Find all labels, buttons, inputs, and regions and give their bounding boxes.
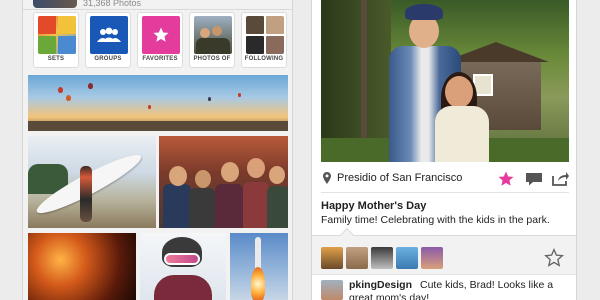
favoriter-avatar[interactable] — [321, 247, 343, 269]
photos-of-thumbnail — [194, 16, 232, 54]
favorite-star-icon[interactable] — [497, 170, 515, 188]
following-label: FOLLOWING — [244, 56, 284, 62]
photos-of-shortcut[interactable]: PHOTOS OF — [189, 12, 235, 68]
location-pin-icon — [323, 172, 331, 184]
comment-text: Cute kids, Brad! Looks like a — [420, 279, 554, 291]
location-name: Presidio of San Francisco — [337, 172, 463, 184]
photos-of-label: PHOTOS OF — [193, 56, 231, 62]
photo-rocket[interactable] — [230, 233, 288, 300]
photo-description: Family time! Celebrating with the kids i… — [321, 214, 550, 226]
share-icon[interactable] — [551, 171, 569, 186]
location-row[interactable]: Presidio of San Francisco — [321, 168, 569, 190]
photo-group[interactable] — [159, 136, 288, 228]
photo-balloons[interactable] — [28, 75, 288, 131]
sets-label: SETS — [47, 56, 65, 62]
favorites-label: FAVORITES — [142, 56, 178, 62]
favoriter-avatar[interactable] — [396, 247, 418, 269]
profile-header: 31,368 Photos — [23, 0, 292, 10]
shortcut-row: SETS GROUPS FAVORITES PHOTOS OF FOLLOWIN… — [33, 12, 288, 68]
photo-surfer[interactable] — [28, 136, 156, 228]
photo-hero[interactable] — [321, 0, 569, 162]
sets-shortcut[interactable]: SETS — [33, 12, 79, 68]
photo-title: Happy Mother's Day — [321, 200, 427, 212]
following-thumbnail — [246, 16, 284, 54]
photo-skier[interactable] — [140, 233, 226, 300]
favoriter-avatar[interactable] — [371, 247, 393, 269]
profile-screen: 31,368 Photos SETS GROUPS FAVORITES PHOT… — [22, 0, 293, 300]
favoriter-avatar[interactable] — [346, 247, 368, 269]
divider — [321, 192, 569, 193]
comment-text-continued: great mom's day! — [349, 292, 430, 300]
profile-avatar[interactable] — [33, 0, 77, 8]
commenter-avatar[interactable] — [321, 280, 343, 300]
app-stage: 31,368 Photos SETS GROUPS FAVORITES PHOT… — [0, 0, 600, 300]
favorites-star-icon — [142, 16, 180, 54]
photo-fireworks[interactable] — [28, 233, 136, 300]
activity-panel: pkingDesign Cute kids, Brad! Looks like … — [312, 227, 576, 300]
following-shortcut[interactable]: FOLLOWING — [241, 12, 287, 68]
groups-icon — [90, 16, 128, 54]
photo-count: 31,368 Photos — [83, 0, 142, 8]
comment-item: pkingDesign Cute kids, Brad! Looks like … — [312, 274, 576, 300]
favorites-shortcut[interactable]: FAVORITES — [137, 12, 183, 68]
groups-shortcut[interactable]: GROUPS — [85, 12, 131, 68]
sets-thumbnail — [38, 16, 76, 54]
groups-label: GROUPS — [94, 56, 122, 62]
add-favorite-star-icon[interactable] — [544, 248, 564, 268]
photo-detail-screen: Presidio of San Francisco Happy Mother's… — [311, 0, 577, 300]
comment-username[interactable]: pkingDesign — [349, 279, 412, 291]
comment-icon[interactable] — [525, 172, 543, 186]
favoriter-avatar[interactable] — [421, 247, 443, 269]
